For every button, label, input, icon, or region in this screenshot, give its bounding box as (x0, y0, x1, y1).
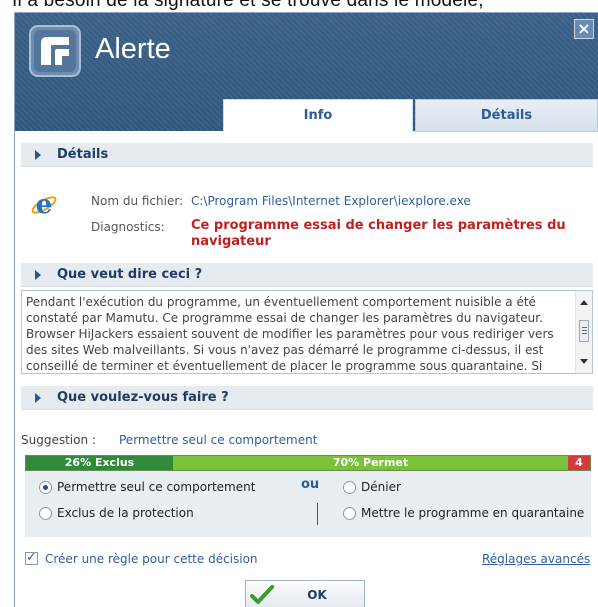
close-button[interactable]: × (574, 19, 594, 39)
description-scrollbar[interactable] (575, 291, 592, 373)
option-exclude-label[interactable]: Exclus de la protection (57, 506, 194, 520)
radio-exclude-protection[interactable] (39, 507, 52, 520)
suggestion-value: Permettre seul ce comportement (119, 433, 318, 447)
separator-line (317, 503, 318, 525)
description-textbox[interactable]: Pendant l'exécution du programme, un éve… (21, 290, 593, 374)
svg-text:e: e (36, 190, 53, 219)
suggestion-label: Suggestion : (21, 433, 96, 447)
diagnostics-label: Diagnostics: (91, 220, 165, 234)
tab-details[interactable]: Détails (415, 99, 598, 132)
file-name-label: Nom du fichier: (91, 194, 184, 208)
description-text: Pendant l'exécution du programme, un éve… (26, 295, 554, 372)
radio-deny[interactable] (343, 481, 356, 494)
alert-dialog: Alerte × Info Détails Détails e Nom du f… (14, 12, 598, 607)
scroll-up-arrow-icon[interactable] (580, 300, 588, 305)
option-quarantine-label[interactable]: Mettre le programme en quarantaine (361, 506, 584, 520)
section-header-meaning[interactable]: Que veut dire ceci ? (21, 263, 593, 287)
tab-info[interactable]: Info (223, 99, 413, 132)
scroll-thumb[interactable] (579, 320, 589, 342)
decision-options: Permettre seul ce comportement Exclus de… (25, 471, 591, 537)
title-bar: Alerte × Info Détails (15, 13, 598, 132)
dialog-title: Alerte (95, 33, 171, 65)
option-deny-label[interactable]: Dénier (361, 480, 401, 494)
mamutu-logo-icon (29, 25, 81, 77)
internet-explorer-icon: e (31, 190, 57, 219)
or-separator: ou (301, 477, 320, 492)
section-title: Détails (57, 147, 109, 162)
create-rule-checkbox[interactable] (25, 550, 38, 565)
diagnostics-value: Ce programme essai de changer les paramè… (191, 218, 566, 249)
file-name-value: C:\Program Files\Internet Explorer\iexpl… (191, 194, 471, 208)
option-allow-label[interactable]: Permettre seul ce comportement (57, 480, 255, 494)
ok-button[interactable]: OK (245, 580, 365, 607)
expand-arrow-icon (35, 150, 41, 160)
vote-segment: 4 (568, 456, 590, 470)
radio-quarantine[interactable] (343, 507, 356, 520)
expand-arrow-icon (35, 393, 41, 403)
section-title: Que veut dire ceci ? (57, 267, 203, 282)
section-header-action[interactable]: Que voulez-vous faire ? (21, 386, 593, 410)
radio-allow-behavior[interactable] (39, 481, 52, 494)
ok-label: OK (307, 588, 327, 602)
section-title: Que voulez-vous faire ? (57, 390, 229, 405)
create-rule-label[interactable]: Créer une règle pour cette décision (45, 552, 258, 566)
section-header-details[interactable]: Détails (21, 143, 593, 167)
vote-segment: 70% Permet (173, 456, 568, 470)
scroll-down-arrow-icon[interactable] (580, 359, 588, 364)
background-document-text: Il a besoin de la signature et se trouve… (0, 0, 598, 12)
info-panel: Détails e Nom du fichier: C:\Program Fil… (15, 132, 598, 607)
background-text: Il a besoin de la signature et se trouve… (12, 0, 484, 11)
community-vote-bar: 26% Exclus 70% Permet 4 (25, 455, 591, 471)
advanced-settings-link[interactable]: Réglages avancés (482, 552, 590, 566)
vote-segment: 26% Exclus (26, 456, 173, 470)
expand-arrow-icon (35, 270, 41, 280)
